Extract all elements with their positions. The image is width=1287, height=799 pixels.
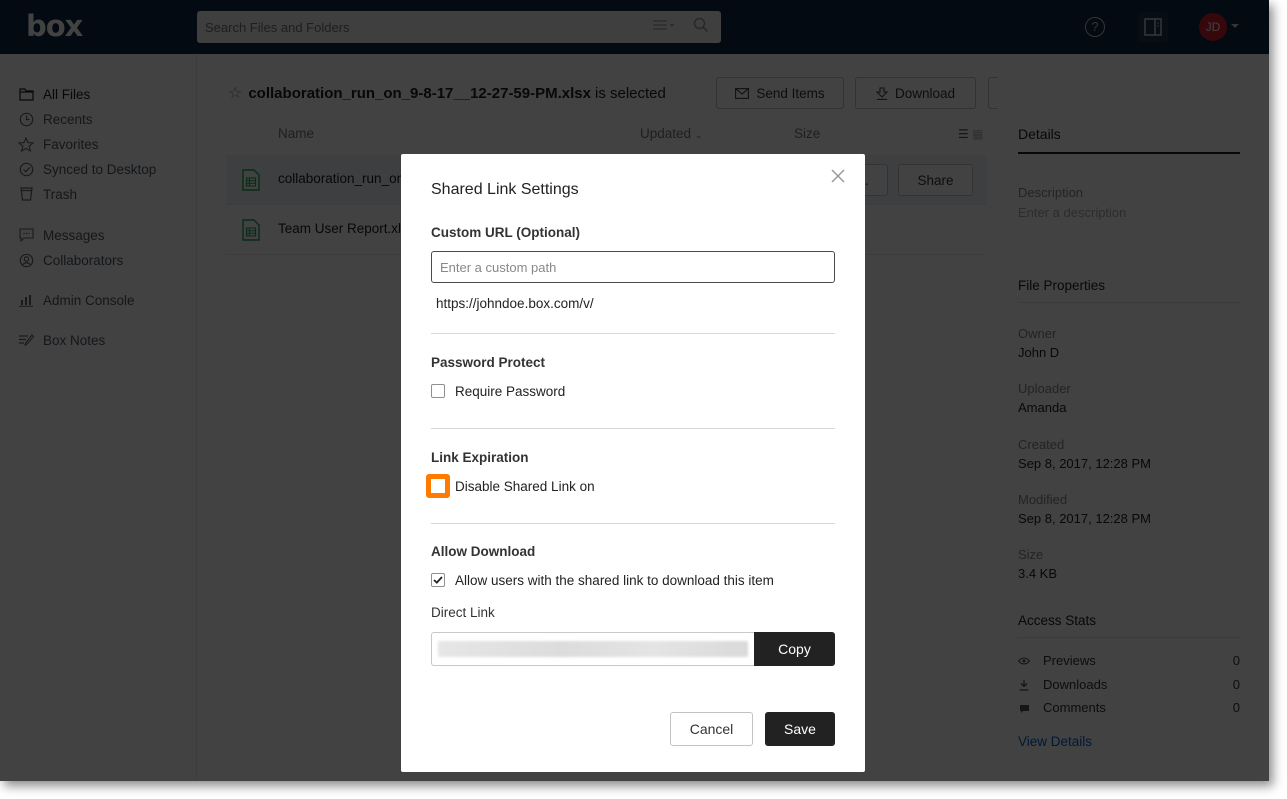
shared-link-settings-modal: Shared Link Settings Custom URL (Optiona… [401,154,865,772]
allow-download-row[interactable]: Allow users with the shared link to down… [431,570,774,590]
custom-url-input[interactable] [431,251,835,283]
checkmark-icon [433,576,443,584]
copy-button[interactable]: Copy [754,632,835,666]
close-icon [831,169,845,183]
direct-link-field[interactable] [431,632,754,666]
modal-title: Shared Link Settings [431,181,579,198]
divider [431,333,835,334]
save-button[interactable]: Save [765,712,835,746]
divider [431,523,835,524]
disable-shared-link-label[interactable]: Disable Shared Link on [455,479,595,494]
password-protect-label: Password Protect [431,355,546,370]
allow-download-checkbox-label[interactable]: Allow users with the shared link to down… [455,573,774,588]
close-button[interactable] [831,169,849,187]
divider [431,428,835,429]
allow-download-label: Allow Download [431,544,536,559]
require-password-label[interactable]: Require Password [455,384,565,399]
direct-link-label: Direct Link [431,605,495,620]
require-password-checkbox[interactable] [431,384,445,398]
disable-shared-link-row[interactable]: Disable Shared Link on [426,474,595,498]
app-window: box ? JD All Files Recents Favori [0,0,1269,781]
require-password-row[interactable]: Require Password [431,381,565,401]
cancel-button[interactable]: Cancel [670,712,753,746]
redacted-link-text [438,641,748,657]
disable-shared-link-checkbox[interactable] [426,474,450,498]
allow-download-checkbox[interactable] [431,573,445,587]
link-expiration-label: Link Expiration [431,450,529,465]
url-prefix: https://johndoe.box.com/v/ [436,296,594,311]
custom-url-label: Custom URL (Optional) [431,225,580,240]
